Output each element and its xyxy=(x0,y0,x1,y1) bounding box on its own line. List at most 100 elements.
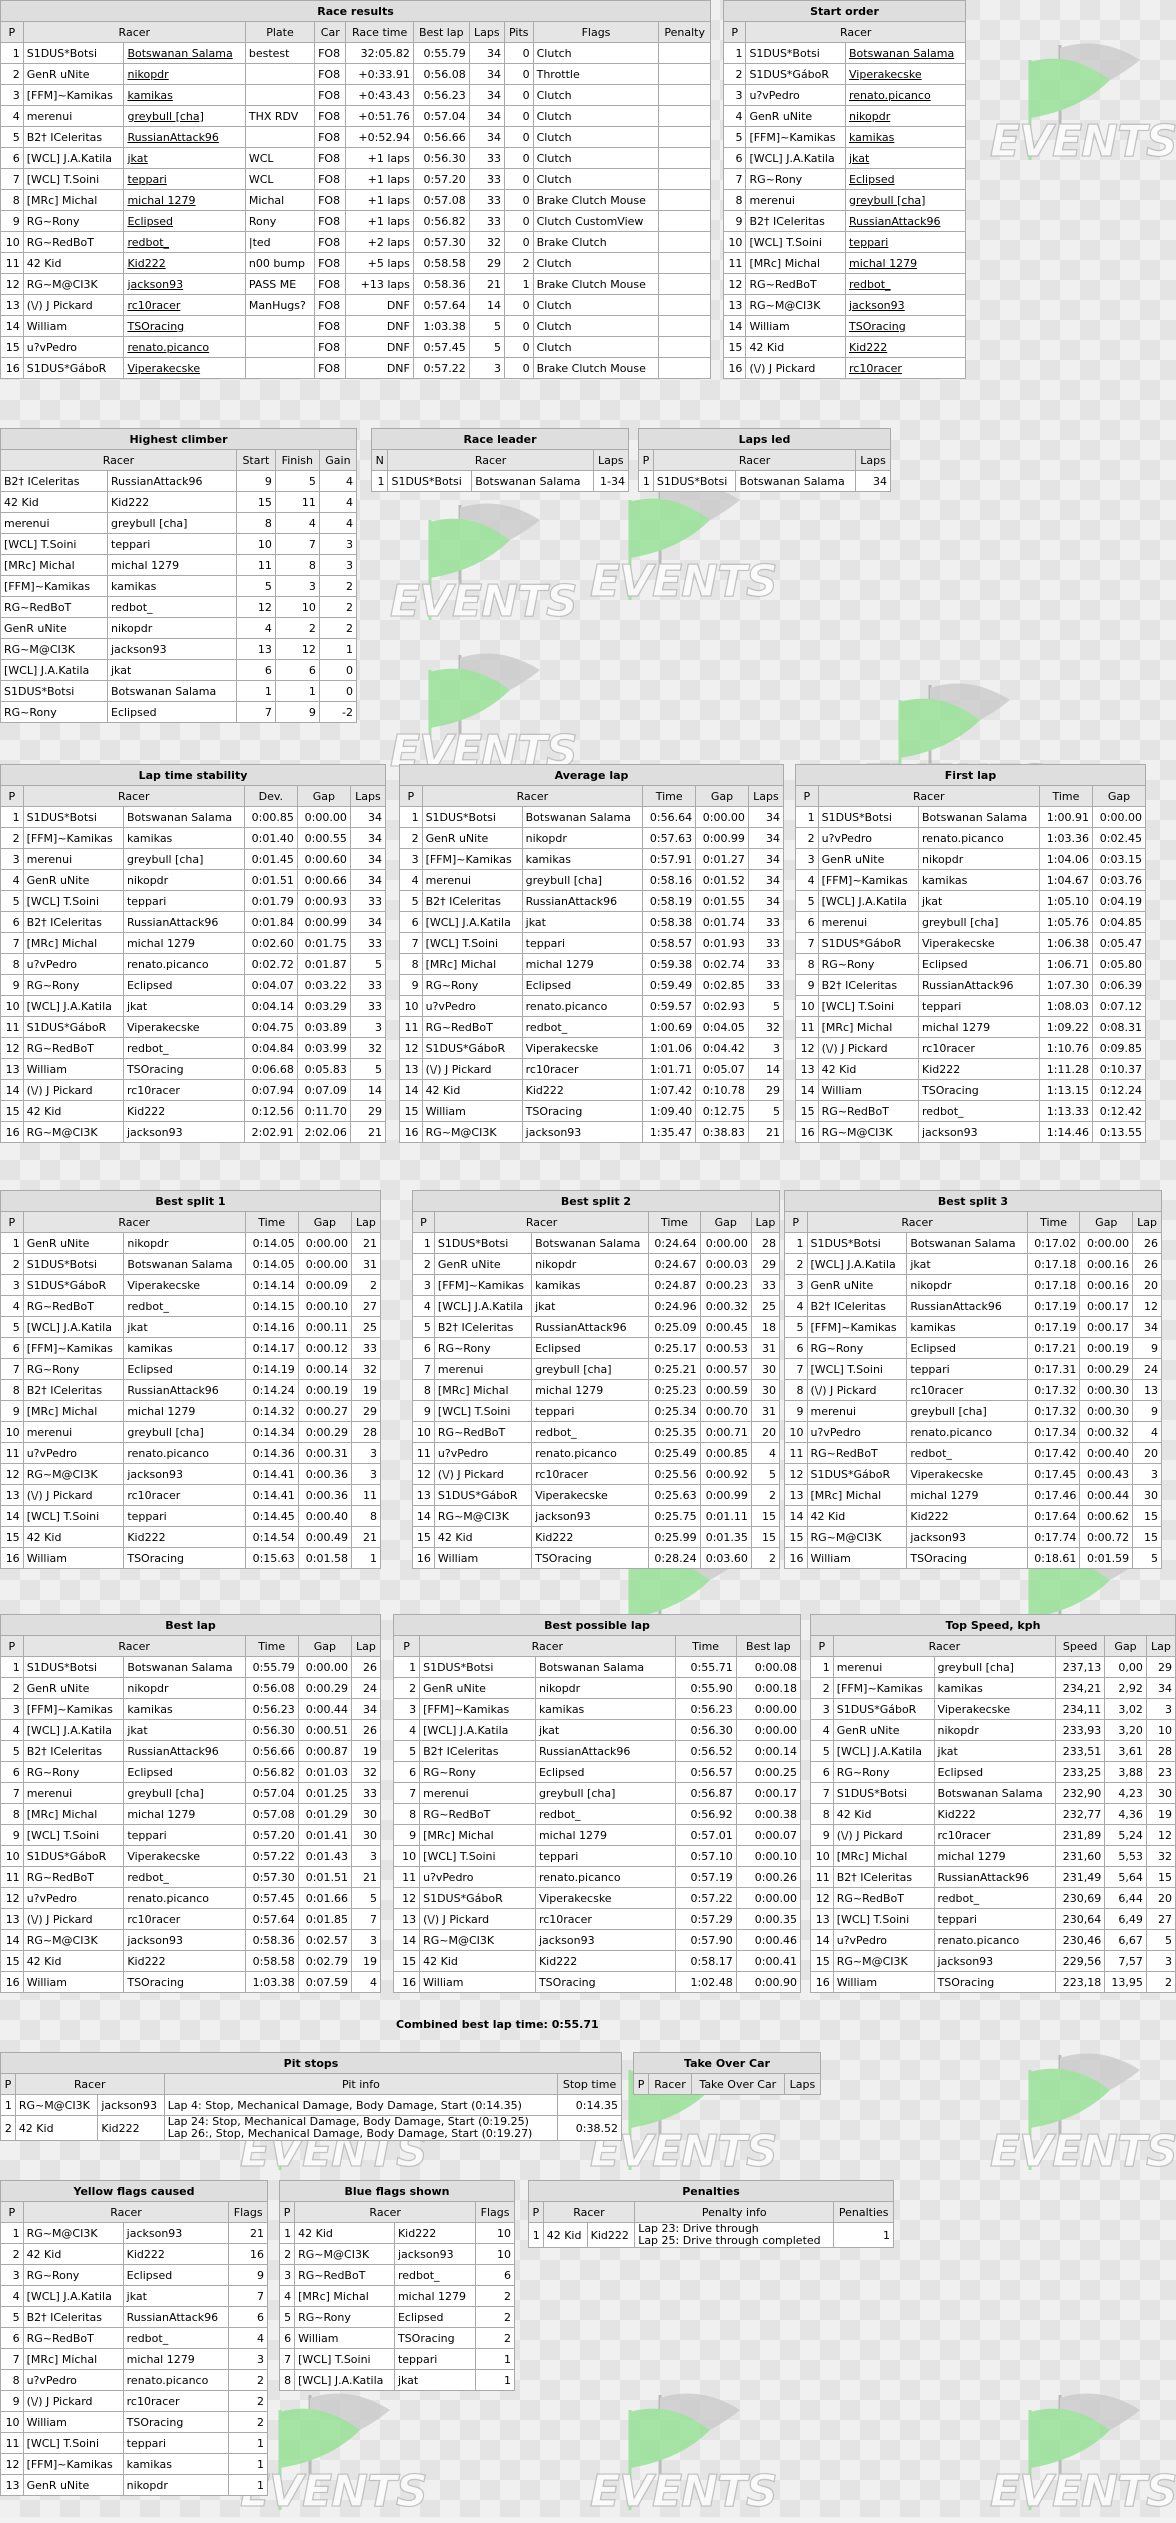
position-cell: 13 xyxy=(795,1058,819,1080)
table-cell: nikopdr xyxy=(122,2474,230,2496)
table-row: 9 merenui greybull [cha] 0:17.32 0:00.30 9 xyxy=(784,1400,1162,1422)
table-row: 15 RG~M@CI3K jackson93 229,56 7,57 3 xyxy=(810,1950,1176,1972)
racer-profile-link[interactable]: greybull [cha] xyxy=(845,189,966,211)
position-cell: 1 xyxy=(370,470,389,492)
table-cell: redbot_ xyxy=(123,1866,246,1888)
table-cell: Brake Clutch Mouse xyxy=(532,273,660,295)
table-cell: kamikas xyxy=(531,1274,650,1296)
racer-profile-link[interactable]: nikopdr xyxy=(123,63,246,85)
table-cell: 0:02.93 xyxy=(695,995,749,1017)
position-cell: 16 xyxy=(722,357,747,379)
position-cell: 14 xyxy=(0,315,24,337)
racer-profile-link[interactable]: rc10racer xyxy=(123,294,246,316)
table-cell: 0:00.40 xyxy=(1079,1442,1134,1464)
table-cell: [WCL] T.Soini xyxy=(22,2432,124,2454)
table-cell: 2 xyxy=(750,1484,781,1506)
racer-profile-link[interactable]: RussianAttack96 xyxy=(845,210,966,232)
racer-profile-link[interactable]: Kid222 xyxy=(123,252,246,274)
table-row: 5 B2† ICeleritas RussianAttack96 FO8 +0:52.9… xyxy=(0,126,711,148)
table-cell: 42 Kid xyxy=(419,1950,536,1972)
table-row: 1 S1DUS*Botsi Botswanan Salama 0:55.79 0:00.… xyxy=(0,1656,382,1678)
table-cell: 42 Kid xyxy=(817,1058,920,1080)
table-cell: jackson93 xyxy=(122,1121,245,1143)
racer-profile-link[interactable]: TSOracing xyxy=(123,315,246,337)
racer-profile-link[interactable]: jackson93 xyxy=(123,273,246,295)
position-cell: 7 xyxy=(412,1358,435,1380)
racer-profile-link[interactable]: Viperakecske xyxy=(123,357,246,379)
table-cell: 3 xyxy=(1145,1950,1176,1972)
table-cell: 0:14.15 xyxy=(244,1295,299,1317)
racer-profile-link[interactable]: renato.picanco xyxy=(123,336,246,358)
position-cell: 3 xyxy=(784,1274,808,1296)
racer-profile-link[interactable]: teppari xyxy=(845,231,966,253)
table-row: 1 S1DUS*Botsi Botswanan Salama 34 xyxy=(638,470,891,492)
table-cell: teppari xyxy=(534,1845,676,1867)
column-header: Racer xyxy=(22,1635,246,1657)
table-cell: 1:00.91 xyxy=(1038,806,1093,828)
table-cell: rc10racer xyxy=(122,2390,230,2412)
racer-profile-link[interactable]: RussianAttack96 xyxy=(123,126,246,148)
table-cell: 3 xyxy=(350,1463,382,1485)
table-cell: (\/) J Pickard xyxy=(421,1058,523,1080)
racer-profile-link[interactable]: greybull [cha] xyxy=(123,105,246,127)
table-row: 3 RG~Rony Eclipsed 9 xyxy=(0,2264,268,2286)
racer-profile-link[interactable]: jackson93 xyxy=(845,294,966,316)
table-cell: 0:14.54 xyxy=(244,1526,299,1548)
table-cell: 0:01.25 xyxy=(297,1782,352,1804)
racer-profile-link[interactable]: nikopdr xyxy=(845,105,966,127)
position-cell: 8 xyxy=(795,953,819,975)
table-cell: William xyxy=(22,1058,124,1080)
table-cell: greybull [cha] xyxy=(123,1421,246,1443)
racer-profile-link[interactable]: jkat xyxy=(845,147,966,169)
table-row: 2 GenR uNite nikopdr 0:24.67 0:00.03 29 xyxy=(412,1253,781,1275)
table-cell: 0:07.94 xyxy=(243,1079,298,1101)
table-cell: RG~M@CI3K xyxy=(14,2094,99,2116)
table-cell: [WCL] J.A.Katila xyxy=(22,1719,125,1741)
racer-profile-link[interactable]: Eclipsed xyxy=(845,168,966,190)
table-cell: 1 xyxy=(274,680,320,702)
table-cell: 0:58.38 xyxy=(642,911,697,933)
racer-profile-link[interactable]: rc10racer xyxy=(845,357,966,379)
table-cell: 0:57.30 xyxy=(244,1866,299,1888)
table-cell: 0:25.63 xyxy=(648,1484,701,1506)
table-cell: (\/) J Pickard xyxy=(745,357,846,379)
table-cell: teppari xyxy=(393,2348,477,2370)
table-cell: u?vPedro xyxy=(745,84,846,106)
table-cell: 34 xyxy=(468,42,505,64)
racer-profile-link[interactable]: redbot_ xyxy=(123,231,246,253)
table-cell: jkat xyxy=(107,659,237,681)
table-cell: 4 xyxy=(350,1971,382,1993)
table-cell: 13,95 xyxy=(1104,1971,1147,1993)
table-cell: u?vPedro xyxy=(419,1866,536,1888)
table-cell: 0:38.83 xyxy=(695,1121,749,1143)
racer-profile-link[interactable]: Kid222 xyxy=(845,336,966,358)
table-cell: [MRc] Michal xyxy=(806,1484,908,1506)
racer-profile-link[interactable]: Botswanan Salama xyxy=(845,42,966,64)
table-row: 5 [FFM]~Kamikas kamikas xyxy=(722,126,966,148)
table-cell: u?vPedro xyxy=(22,1442,125,1464)
table-cell: Lap 23: Drive through Lap 25: Drive throu… xyxy=(634,2222,835,2248)
table-cell: 2 xyxy=(350,1274,382,1296)
table-cell: B2† ICeleritas xyxy=(832,1866,935,1888)
table-title: Best lap xyxy=(0,1614,381,1636)
racer-profile-link[interactable]: kamikas xyxy=(845,126,966,148)
table-cell: (\/) J Pickard xyxy=(22,294,125,316)
position-cell: 8 xyxy=(392,1803,421,1825)
racer-profile-link[interactable]: Eclipsed xyxy=(123,210,246,232)
racer-profile-link[interactable]: jkat xyxy=(123,147,246,169)
racer-profile-link[interactable]: teppari xyxy=(123,168,246,190)
racer-profile-link[interactable]: michal 1279 xyxy=(123,189,246,211)
table-cell: 6 xyxy=(274,659,320,681)
table-cell: 0:57.04 xyxy=(244,1782,299,1804)
table-cell: 0:56.30 xyxy=(412,147,470,169)
racer-profile-link[interactable]: redbot_ xyxy=(845,273,966,295)
position-cell: 6 xyxy=(0,1761,24,1783)
racer-profile-link[interactable]: michal 1279 xyxy=(845,252,966,274)
racer-profile-link[interactable]: renato.picanco xyxy=(845,84,966,106)
table-cell: Clutch xyxy=(532,105,660,127)
table-cell: kamikas xyxy=(933,1677,1056,1699)
racer-profile-link[interactable]: Viperakecske xyxy=(845,63,966,85)
racer-profile-link[interactable]: kamikas xyxy=(123,84,246,106)
racer-profile-link[interactable]: TSOracing xyxy=(845,315,966,337)
racer-profile-link[interactable]: Botswanan Salama xyxy=(123,42,246,64)
